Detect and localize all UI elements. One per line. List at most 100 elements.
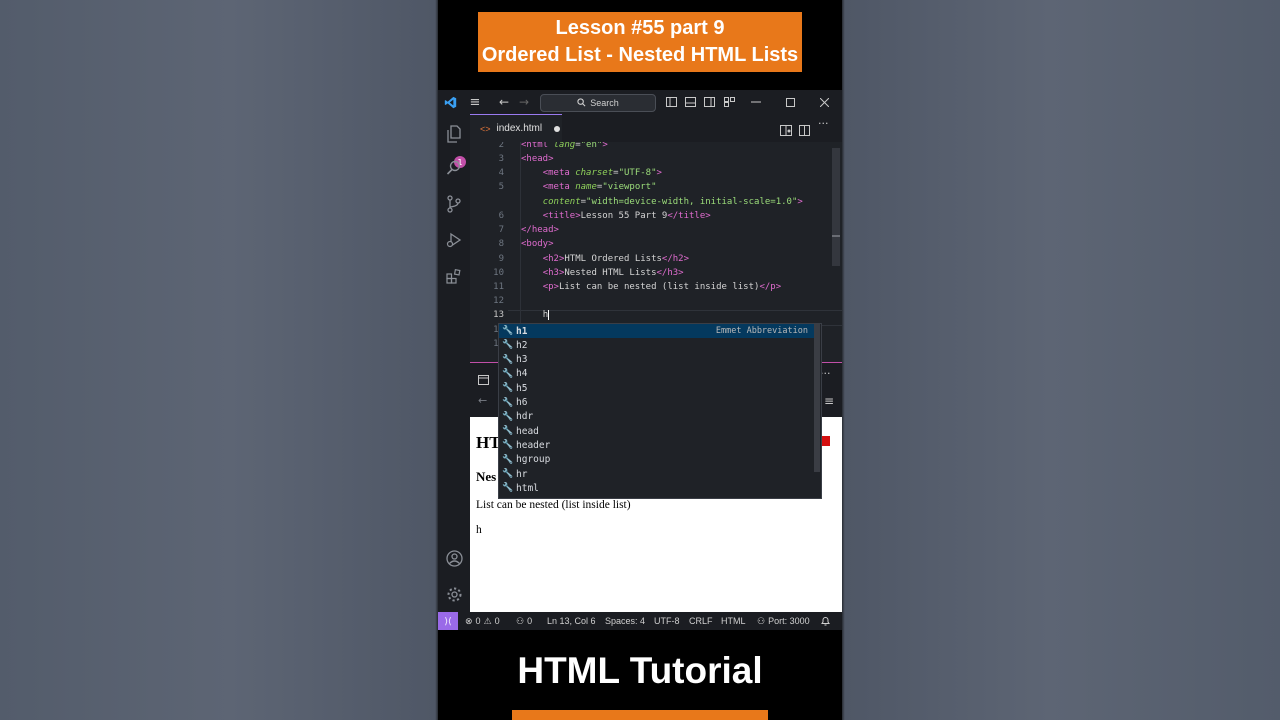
toggle-panel-icon[interactable]: [683, 90, 697, 114]
banner-line2: Ordered List - Nested HTML Lists: [481, 44, 799, 66]
open-preview-icon[interactable]: [780, 121, 792, 136]
menu-icon[interactable]: ≡: [466, 90, 484, 114]
editor-scrollbar[interactable]: [832, 148, 840, 266]
token: </h3>: [656, 268, 684, 278]
indentation[interactable]: Spaces: 4: [605, 612, 645, 630]
line-number: 12: [493, 296, 504, 306]
account-icon[interactable]: [442, 546, 466, 570]
search-sidebar-icon[interactable]: [442, 156, 466, 180]
suggestion-item[interactable]: 🔧 hgroup: [499, 453, 814, 467]
status-bar: ⟩⟨ ⊗ 0 ⚠ 0 ⚇ 0 Ln 13, Col 6 Spaces: 4 UTF-8…: [438, 612, 842, 630]
suggestion-item[interactable]: 🔧 head: [499, 424, 814, 438]
cursor-position[interactable]: Ln 13, Col 6: [547, 612, 596, 630]
wrench-icon: 🔧: [502, 354, 514, 365]
line-number: 13: [493, 310, 504, 320]
suggestion-item[interactable]: 🔧 h6: [499, 396, 814, 410]
live-server-port[interactable]: ⚇ Port: 3000: [757, 612, 810, 630]
code-line-4: <meta charset="UTF-8">: [542, 168, 662, 178]
suggestion-label: hr: [516, 468, 528, 480]
suggestion-item[interactable]: 🔧 hr: [499, 467, 814, 481]
end-of-line[interactable]: CRLF: [689, 612, 713, 630]
suggestion-item[interactable]: 🔧 h1 Emmet Abbreviation: [499, 324, 814, 338]
customize-layout-icon[interactable]: [722, 90, 736, 114]
encoding[interactable]: UTF-8: [654, 612, 680, 630]
token: List can be nested (list inside list): [558, 282, 760, 292]
wrench-icon: 🔧: [502, 411, 514, 422]
suggestion-item[interactable]: 🔧 header: [499, 438, 814, 452]
ports-indicator[interactable]: ⚇ 0: [516, 612, 532, 630]
suggestion-item[interactable]: 🔧 h5: [499, 381, 814, 395]
token: "UTF-8": [618, 168, 657, 178]
token: <h2>: [542, 254, 565, 264]
panel-browser-icon[interactable]: [478, 370, 490, 385]
preview-h3: Nes: [476, 469, 497, 484]
suggestion-item[interactable]: 🔧 h4: [499, 367, 814, 381]
tab-index-html[interactable]: <> index.html: [470, 114, 562, 142]
token: <meta: [542, 168, 570, 178]
more-actions-icon[interactable]: ···: [818, 117, 832, 133]
token: <body>: [521, 239, 554, 249]
remote-icon[interactable]: ⟩⟨: [438, 612, 458, 630]
explorer-icon[interactable]: [442, 122, 466, 146]
source-control-icon[interactable]: [442, 192, 466, 216]
run-debug-icon[interactable]: [442, 228, 466, 252]
token: <p>: [542, 282, 559, 292]
maximize-icon[interactable]: [780, 90, 800, 114]
line-number: 2: [498, 142, 504, 150]
code-line-10: <h3>Nested HTML Lists</h3>: [521, 268, 684, 278]
line-number: 11: [493, 282, 504, 292]
ports-count: 0: [527, 616, 533, 626]
suggestion-detail: Emmet Abbreviation: [715, 326, 808, 336]
token: <html: [521, 142, 549, 150]
token: </p>: [759, 282, 782, 292]
token: </head>: [521, 225, 559, 235]
suggestion-item[interactable]: 🔧 hdr: [499, 410, 814, 424]
preview-typed-text: h: [476, 524, 482, 536]
forward-arrow-icon[interactable]: →: [516, 90, 532, 114]
preview-h2: HT: [476, 433, 501, 452]
code-line-5: <meta name="viewport": [542, 182, 657, 192]
code-line-11: <p>List can be nested (list inside list)…: [521, 282, 781, 292]
code-line-9: <h2>HTML Ordered Lists</h2>: [521, 254, 689, 264]
token: "width=device-width, initial-scale=1.0": [586, 197, 798, 207]
suggestion-label: hgroup: [516, 454, 551, 466]
split-editor-icon[interactable]: [799, 121, 811, 136]
problems-indicator[interactable]: ⊗ 0 ⚠ 0: [465, 612, 500, 630]
preview-paragraph: List can be nested (list inside list): [476, 499, 631, 511]
wrench-icon: 🔧: [502, 397, 514, 408]
token: charset: [575, 168, 614, 178]
vscode-window: ≡ ← → Search 1 <> index.html ··· 2 3 4 5…: [438, 90, 842, 630]
search-box[interactable]: Search: [540, 94, 656, 112]
code-line-13: h: [521, 310, 550, 320]
language-mode[interactable]: HTML: [721, 612, 746, 630]
code-line-8: <body>: [521, 239, 554, 249]
lesson-banner: Lesson #55 part 9 Ordered List - Nested …: [478, 12, 802, 72]
unsaved-dot-icon[interactable]: [554, 125, 561, 132]
error-count: 0: [475, 616, 481, 626]
suggestion-item[interactable]: 🔧 html: [499, 481, 814, 495]
token: </title>: [667, 211, 711, 221]
minimize-icon[interactable]: [746, 90, 766, 114]
line-number: 10: [493, 268, 504, 278]
back-arrow-icon[interactable]: ←: [496, 90, 512, 114]
suggest-scrollbar[interactable]: [814, 324, 820, 472]
error-icon: ⊗: [465, 615, 473, 626]
settings-gear-icon[interactable]: [442, 582, 466, 606]
extensions-icon[interactable]: [442, 264, 466, 288]
code-line-2: <html lang="en">: [521, 142, 608, 150]
line-number: 3: [498, 154, 504, 164]
toggle-sidebar-icon[interactable]: [664, 90, 678, 114]
code-line-7: </head>: [521, 225, 559, 235]
toggle-secondary-sidebar-icon[interactable]: [702, 90, 716, 114]
suggestion-item[interactable]: 🔧 h3: [499, 353, 814, 367]
wrench-icon: 🔧: [502, 469, 514, 479]
preview-menu-icon[interactable]: ≡: [824, 394, 834, 408]
preview-back-icon[interactable]: ←: [478, 394, 487, 407]
suggestion-item[interactable]: 🔧 h2: [499, 338, 814, 352]
suggestion-label: html: [516, 482, 539, 494]
close-icon[interactable]: [814, 90, 834, 114]
suggestion-label: head: [516, 425, 539, 437]
notifications-bell-icon[interactable]: [821, 612, 830, 630]
token: <head>: [521, 154, 554, 164]
wrench-icon: 🔧: [502, 340, 514, 351]
